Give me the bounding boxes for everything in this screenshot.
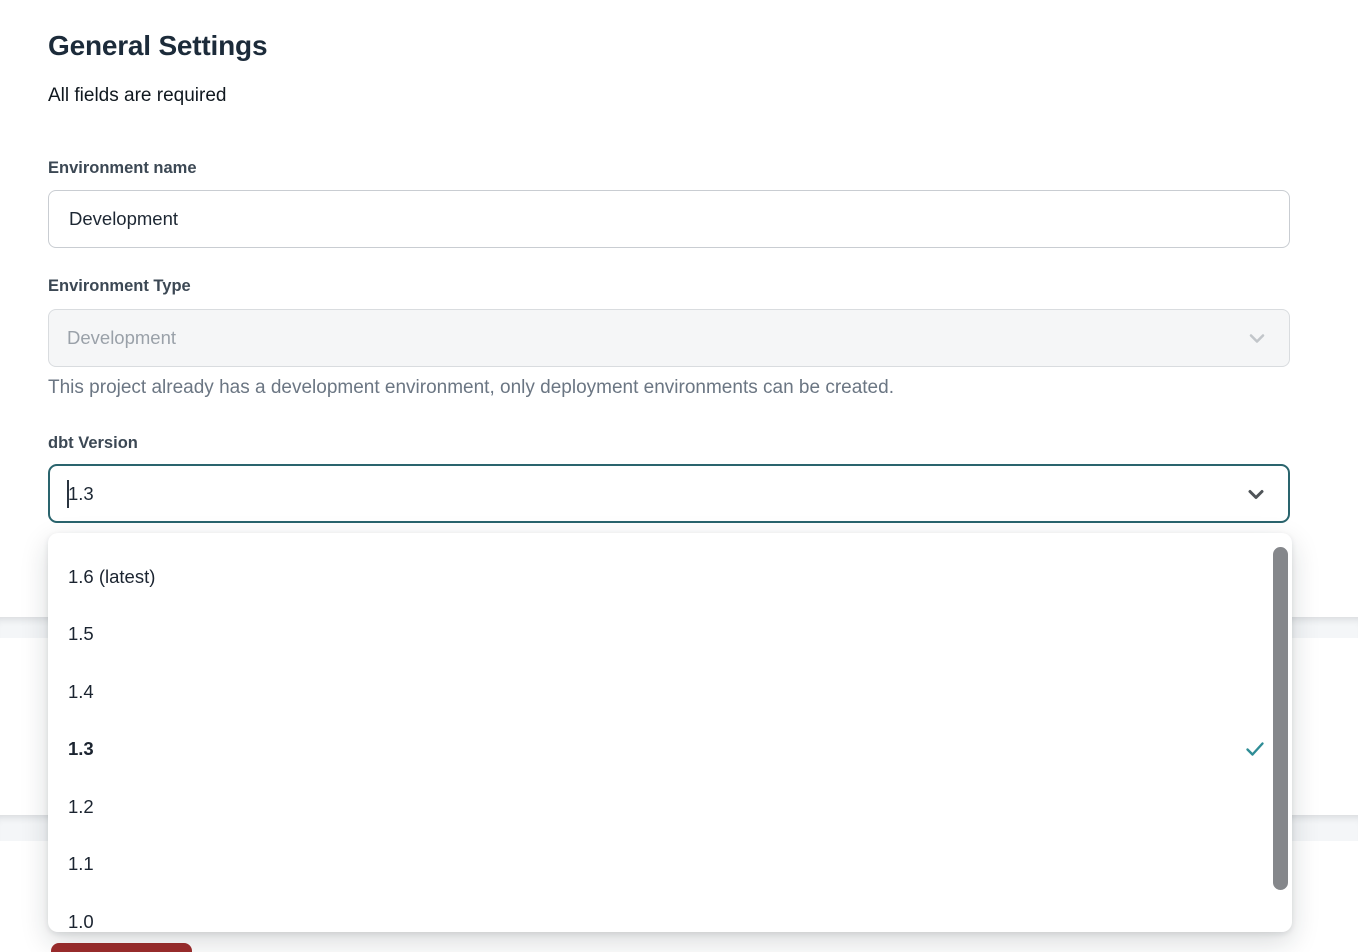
dropdown-option[interactable]: 1.5 xyxy=(48,606,1292,664)
environment-type-value: Development xyxy=(67,327,176,349)
dropdown-option[interactable]: 1.3 xyxy=(48,721,1292,779)
chevron-down-icon xyxy=(1245,326,1269,350)
dbt-version-dropdown: 1.6 (latest) 1.5 1.4 1.3 1.2 1.1 1.0 xyxy=(48,533,1292,932)
dropdown-option[interactable]: 1.2 xyxy=(48,778,1292,836)
dbt-version-value: 1.3 xyxy=(68,483,94,505)
dropdown-option-label: 1.6 (latest) xyxy=(68,566,155,588)
dropdown-option[interactable]: 1.1 xyxy=(48,836,1292,894)
environment-type-label: Environment Type xyxy=(48,277,191,296)
text-caret xyxy=(67,480,69,508)
dropdown-option-label: 1.1 xyxy=(68,853,94,875)
environment-name-value: Development xyxy=(69,208,178,230)
delete-button[interactable] xyxy=(51,943,192,952)
environment-name-input[interactable]: Development xyxy=(48,190,1290,248)
dropdown-option-label: 1.5 xyxy=(68,623,94,645)
dropdown-option-label: 1.3 xyxy=(68,738,94,760)
dropdown-option-label: 1.2 xyxy=(68,796,94,818)
check-icon xyxy=(1244,738,1266,760)
dbt-version-combobox[interactable]: 1.3 xyxy=(48,464,1290,523)
page-subtitle: All fields are required xyxy=(48,85,226,107)
environment-type-helper: This project already has a development e… xyxy=(48,377,894,399)
dropdown-option[interactable]: 1.0 xyxy=(48,893,1292,932)
chevron-down-icon xyxy=(1244,482,1268,506)
page-title: General Settings xyxy=(48,30,267,62)
environment-type-select[interactable]: Development xyxy=(48,309,1290,367)
general-settings-page: General Settings All fields are required… xyxy=(0,0,1358,952)
dbt-version-listbox: 1.6 (latest) 1.5 1.4 1.3 1.2 1.1 1.0 xyxy=(48,533,1292,932)
settings-form: General Settings All fields are required… xyxy=(48,0,1290,952)
dropdown-scrollbar-thumb[interactable] xyxy=(1273,547,1288,890)
dropdown-option-label: 1.0 xyxy=(68,911,94,932)
environment-name-label: Environment name xyxy=(48,159,197,178)
dropdown-option[interactable]: 1.6 (latest) xyxy=(48,548,1292,606)
dropdown-option[interactable]: 1.4 xyxy=(48,663,1292,721)
dropdown-option-label: 1.4 xyxy=(68,681,94,703)
dbt-version-label: dbt Version xyxy=(48,434,138,453)
